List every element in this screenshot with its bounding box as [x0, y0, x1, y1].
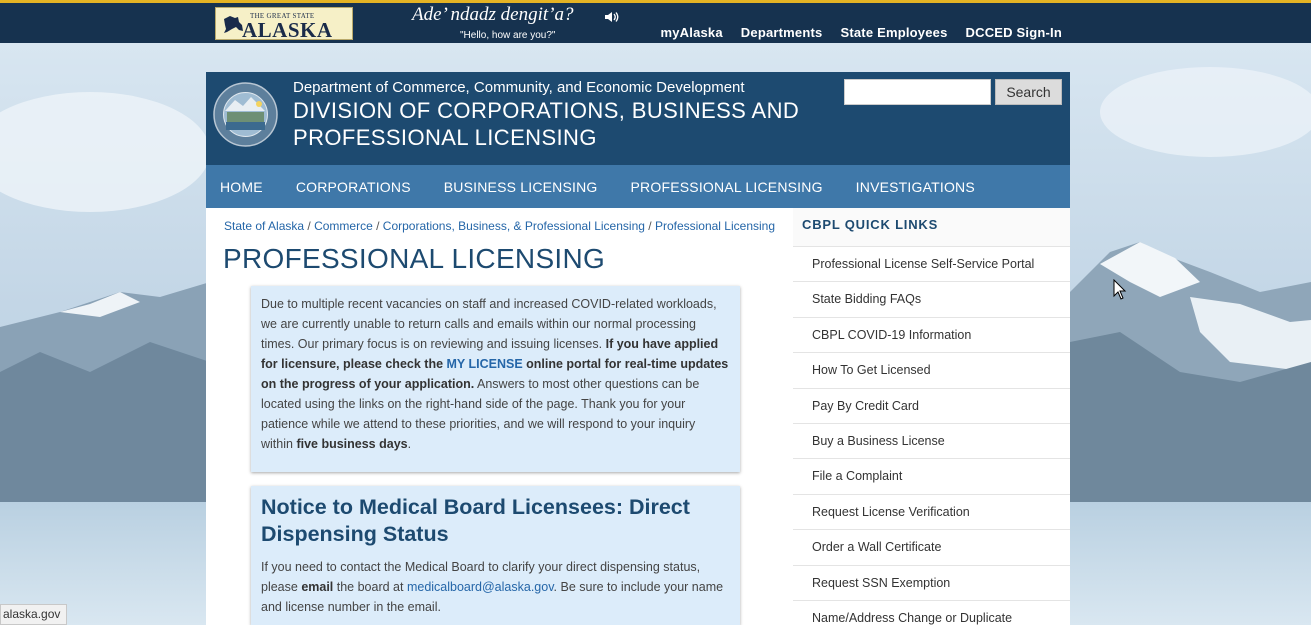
state-seal-icon[interactable]	[213, 82, 278, 147]
main-panel: Department of Commerce, Community, and E…	[206, 72, 1070, 625]
main-content: State of Alaska / Commerce / Corporation…	[206, 208, 793, 625]
quick-link-state-bidding-faqs[interactable]: State Bidding FAQs	[793, 281, 1070, 317]
breadcrumb: State of Alaska / Commerce / Corporation…	[224, 219, 775, 233]
topnav-myalaska[interactable]: myAlaska	[660, 25, 722, 40]
quick-link-ssn-exemption[interactable]: Request SSN Exemption	[793, 564, 1070, 600]
notice-bold-text: email	[301, 580, 334, 594]
department-name: Department of Commerce, Community, and E…	[293, 79, 745, 96]
division-title[interactable]: DIVISION OF CORPORATIONS, BUSINESS AND P…	[293, 97, 813, 151]
search-input[interactable]	[844, 79, 991, 105]
speaker-icon[interactable]	[604, 11, 620, 23]
division-header: Department of Commerce, Community, and E…	[206, 72, 1070, 165]
covid-notice: Due to multiple recent vacancies on staf…	[251, 286, 740, 472]
nav-corporations[interactable]: CORPORATIONS	[296, 179, 444, 195]
nav-business-licensing[interactable]: BUSINESS LICENSING	[444, 179, 631, 195]
quick-link-covid-info[interactable]: CBPL COVID-19 Information	[793, 316, 1070, 353]
medical-board-email-link[interactable]: medicalboard@alaska.gov	[407, 580, 554, 594]
state-top-nav: myAlaska Departments State Employees DCC…	[660, 25, 1062, 40]
medical-board-notice: Notice to Medical Board Licensees: Direc…	[251, 486, 740, 625]
mouse-cursor-icon	[1113, 279, 1127, 300]
breadcrumb-commerce[interactable]: Commerce	[314, 219, 373, 233]
medical-board-notice-title: Notice to Medical Board Licensees: Direc…	[261, 495, 690, 546]
quick-links-title: CBPL QUICK LINKS	[802, 217, 939, 232]
breadcrumb-professional-licensing[interactable]: Professional Licensing	[655, 219, 775, 233]
alaska-state-logo[interactable]: THE GREAT STATE ALASKA	[215, 7, 353, 42]
medical-board-notice-body: If you need to contact the Medical Board…	[261, 557, 729, 617]
notice-bold-text: five business days	[296, 437, 408, 451]
quick-link-file-complaint[interactable]: File a Complaint	[793, 458, 1070, 494]
breadcrumb-state-of-alaska[interactable]: State of Alaska	[224, 219, 304, 233]
greeting-translation: "Hello, how are you?"	[460, 30, 556, 41]
notice-text: .	[407, 437, 412, 451]
quick-link-self-service-portal[interactable]: Professional License Self-Service Portal	[793, 246, 1070, 282]
alaska-map-icon	[224, 16, 243, 33]
breadcrumb-separator: /	[644, 219, 655, 233]
notice-text: the board at	[333, 580, 407, 594]
state-top-bar: THE GREAT STATE ALASKA Ade’ ndadz dengit…	[0, 0, 1311, 43]
quick-link-pay-by-credit-card[interactable]: Pay By Credit Card	[793, 387, 1070, 423]
quick-link-how-to-get-licensed[interactable]: How To Get Licensed	[793, 352, 1070, 388]
quick-link-license-verification[interactable]: Request License Verification	[793, 493, 1070, 530]
quick-links-list: Professional License Self-Service Portal…	[793, 246, 1070, 625]
breadcrumb-cbpl[interactable]: Corporations, Business, & Professional L…	[383, 219, 645, 233]
topnav-departments[interactable]: Departments	[741, 25, 823, 40]
my-license-link[interactable]: MY LICENSE	[447, 357, 523, 371]
quick-link-name-address-change[interactable]: Name/Address Change or Duplicate	[793, 599, 1070, 625]
nav-professional-licensing[interactable]: PROFESSIONAL LICENSING	[631, 179, 856, 195]
greeting-text: Ade’ ndadz dengit’a?	[412, 4, 574, 25]
search-button[interactable]: Search	[995, 79, 1062, 105]
link-status-tooltip: alaska.gov	[0, 604, 68, 625]
nav-home[interactable]: HOME	[220, 179, 296, 195]
quick-link-buy-business-license[interactable]: Buy a Business License	[793, 422, 1070, 459]
main-nav: HOME CORPORATIONS BUSINESS LICENSING PRO…	[206, 165, 1070, 208]
page-title: PROFESSIONAL LICENSING	[223, 243, 606, 274]
breadcrumb-separator: /	[372, 219, 383, 233]
topnav-state-employees[interactable]: State Employees	[840, 25, 947, 40]
nav-investigations[interactable]: INVESTIGATIONS	[856, 179, 1008, 195]
logo-wordmark: ALASKA	[242, 18, 333, 42]
breadcrumb-separator: /	[304, 219, 315, 233]
topnav-dcced-sign-in[interactable]: DCCED Sign-In	[966, 25, 1062, 40]
quick-link-wall-certificate[interactable]: Order a Wall Certificate	[793, 529, 1070, 565]
quick-links-sidebar: CBPL QUICK LINKS Professional License Se…	[793, 208, 1070, 625]
